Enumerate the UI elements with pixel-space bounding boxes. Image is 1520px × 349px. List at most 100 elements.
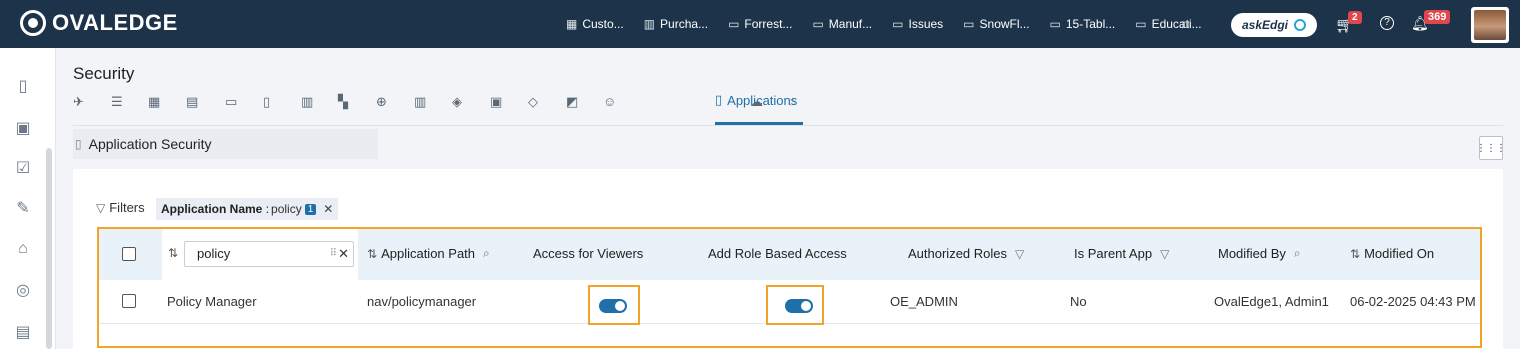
table-row[interactable]: Policy Manager nav/policymanager OE_ADMI… <box>99 280 1480 325</box>
database-icon[interactable]: ☰ <box>111 94 123 110</box>
table-columns-icon[interactable]: ▤ <box>186 94 198 110</box>
row-checkbox[interactable] <box>122 294 136 308</box>
nav-tab-label: Issues <box>908 17 944 31</box>
app-path-header[interactable]: ⇅ Application Path ⌕ <box>367 246 490 261</box>
nav-tab-forrest[interactable]: ▭ Forrest... <box>728 17 792 31</box>
user-icon[interactable]: ☺ <box>603 94 616 109</box>
filter-chip-count: 1 <box>304 203 317 215</box>
nav-tab-label: Forrest... <box>744 17 793 31</box>
role-based-toggle-highlight <box>766 285 824 325</box>
nav-tab-purchase[interactable]: ▥ Purcha... <box>644 17 708 31</box>
model-icon[interactable]: ▚ <box>338 94 348 110</box>
chart-icon[interactable]: ▥ <box>301 94 313 110</box>
askedgi-icon <box>1294 19 1307 31</box>
cloud-icon[interactable]: ☁ <box>750 94 763 110</box>
roles-header-label: Authorized Roles <box>908 246 1007 261</box>
table-header: ⇅ policy ⠿ ✕ ⇅ Application Path ⌕ Access… <box>99 229 1480 280</box>
notification-badge: 369 <box>1424 10 1451 24</box>
bar-chart-icon: ▥ <box>643 17 656 31</box>
label-icon[interactable]: ◇ <box>528 94 538 110</box>
askedgi-label: askEdgi <box>1241 18 1289 32</box>
nav-tab-label: Manuf... <box>828 17 873 31</box>
app-name-cell[interactable]: Policy Manager <box>167 294 257 309</box>
logo[interactable]: OVALEDGE <box>20 10 178 36</box>
folder-icon: ▭ <box>963 17 975 31</box>
security-tabs: ✈ ☰ ▦ ▤ ▭ ▯ ▥ ▚ ⊕ ▥ ◈ ▣ ◇ ◩ ☺ ▯ Applicat… <box>73 88 1503 126</box>
viewers-header: Access for Viewers <box>533 246 643 261</box>
viewers-toggle-highlight <box>588 285 640 325</box>
book-icon[interactable]: ▥ <box>414 94 426 110</box>
nav-tab-education[interactable]: ▭ Educati... <box>1135 17 1201 31</box>
clear-search-icon[interactable]: ✕ <box>338 242 349 266</box>
section-title: Application Security <box>88 136 212 152</box>
filter-chip-value: policy <box>271 202 302 216</box>
drag-handle-icon[interactable]: ⠿ <box>330 242 337 266</box>
nav-tabs: ▦ Custo... ▥ Purcha... ▭ Forrest... ▭ Manuf.… <box>566 0 1222 48</box>
sidebar-scrollbar[interactable] <box>46 148 52 349</box>
nav-tab-label: SnowFl... <box>979 17 1030 31</box>
section-header: ▯ Application Security <box>73 129 378 159</box>
tag-icon[interactable]: ◈ <box>452 94 462 110</box>
page-title: Security <box>73 64 135 83</box>
folder-icon: ▭ <box>892 17 904 31</box>
avatar[interactable] <box>1471 7 1509 43</box>
modified-on-header[interactable]: ⇅ Modified On <box>1350 246 1434 261</box>
filters-toggle[interactable]: ▽ Filters <box>96 200 145 215</box>
parent-header-label: Is Parent App <box>1074 246 1153 261</box>
chat-icon[interactable]: ◌ <box>788 94 796 109</box>
nav-tab-snowflake[interactable]: ▭ SnowFl... <box>963 17 1029 31</box>
folder-icon[interactable]: ▭ <box>225 94 237 110</box>
filters-label: Filters <box>109 200 145 215</box>
top-bar: OVALEDGE ▦ Custo... ▥ Purcha... ▭ Forrest..… <box>0 0 1520 48</box>
filter-icon[interactable]: ▽ <box>1015 247 1024 261</box>
grid-menu-button[interactable]: ⋮⋮⋮ <box>1476 136 1506 160</box>
nav-tab-15-tables[interactable]: ▭ 15-Tabl... <box>1050 17 1116 31</box>
nav-tab-label: Educati... <box>1151 17 1202 31</box>
nav-tab-issues[interactable]: ▭ Issues <box>892 17 943 31</box>
search-icon[interactable]: ⌕ <box>1294 246 1301 261</box>
roles-header[interactable]: Authorized Roles ▽ <box>908 246 1024 261</box>
nav-tab-label: Purcha... <box>660 17 709 31</box>
name-search-value: policy <box>197 246 231 261</box>
image-icon[interactable]: ▣ <box>14 118 32 137</box>
connector-icon[interactable]: ✈ <box>73 94 84 110</box>
bookmark-icon[interactable]: ⌑ <box>1182 17 1189 34</box>
modified-by-header[interactable]: Modified By ⌕ <box>1218 246 1301 261</box>
filter-chip-separator: : <box>262 202 270 216</box>
sort-icon[interactable]: ⇅ <box>168 246 178 260</box>
grid-icon: ⋮⋮⋮ <box>1476 142 1506 154</box>
filter-icon[interactable]: ▽ <box>1160 247 1169 261</box>
app-path-header-label: Application Path <box>381 246 476 261</box>
checklist-icon[interactable]: ☑ <box>14 158 32 177</box>
bank-icon[interactable]: ⌂ <box>14 240 32 258</box>
table-icon[interactable]: ▦ <box>148 94 160 110</box>
database-icon[interactable]: ◎ <box>14 280 32 299</box>
parent-header[interactable]: Is Parent App ▽ <box>1074 246 1169 261</box>
file-icon[interactable]: ▯ <box>263 94 270 110</box>
select-all-checkbox[interactable] <box>122 247 136 261</box>
search-icon[interactable]: ⌕ <box>483 246 490 261</box>
notebook-icon[interactable]: ▯ <box>14 76 32 95</box>
nav-tab-label: Custo... <box>582 17 624 31</box>
sort-icon[interactable]: ⇅ <box>367 247 377 261</box>
folder-icon: ▭ <box>1135 17 1147 31</box>
report-icon[interactable]: ◩ <box>566 94 578 110</box>
book-icon[interactable]: ▤ <box>14 322 32 341</box>
close-icon[interactable]: ✕ <box>323 202 333 216</box>
filter-chip[interactable]: Application Name : policy 1 ✕ <box>156 198 339 220</box>
askedgi-button[interactable]: askEdgi <box>1231 13 1317 37</box>
thumbs-up-icon[interactable]: ✎ <box>14 198 32 217</box>
globe-icon[interactable]: ⊕ <box>376 94 387 110</box>
file-icon: ▯ <box>715 92 723 107</box>
viewers-toggle[interactable] <box>599 299 627 313</box>
sort-icon[interactable]: ⇅ <box>1350 247 1360 261</box>
table-icon: ▦ <box>566 17 578 31</box>
role-based-header: Add Role Based Access <box>708 246 847 261</box>
image-icon[interactable]: ▣ <box>490 94 502 110</box>
help-icon[interactable]: ? <box>1380 16 1394 30</box>
role-based-toggle[interactable] <box>785 299 813 313</box>
nav-tab-manuf[interactable]: ▭ Manuf... <box>812 17 872 31</box>
active-tab-underline <box>715 122 803 125</box>
name-search-input[interactable]: policy ⠿ ✕ <box>184 241 354 267</box>
nav-tab-customer[interactable]: ▦ Custo... <box>566 17 624 31</box>
